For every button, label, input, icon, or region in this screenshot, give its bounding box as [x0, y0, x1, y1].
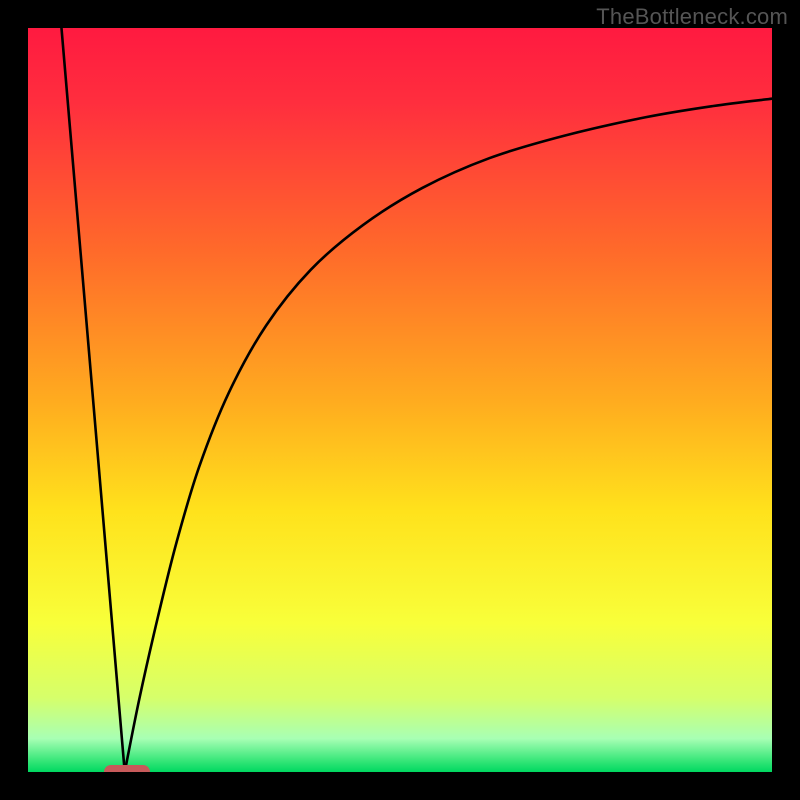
- optimal-point-marker: [104, 765, 150, 772]
- plot-area: [28, 28, 772, 772]
- watermark-text: TheBottleneck.com: [596, 4, 788, 30]
- chart-frame: TheBottleneck.com: [0, 0, 800, 800]
- series-right-curve: [125, 99, 772, 772]
- chart-curves: [28, 28, 772, 772]
- series-left-line: [61, 28, 124, 772]
